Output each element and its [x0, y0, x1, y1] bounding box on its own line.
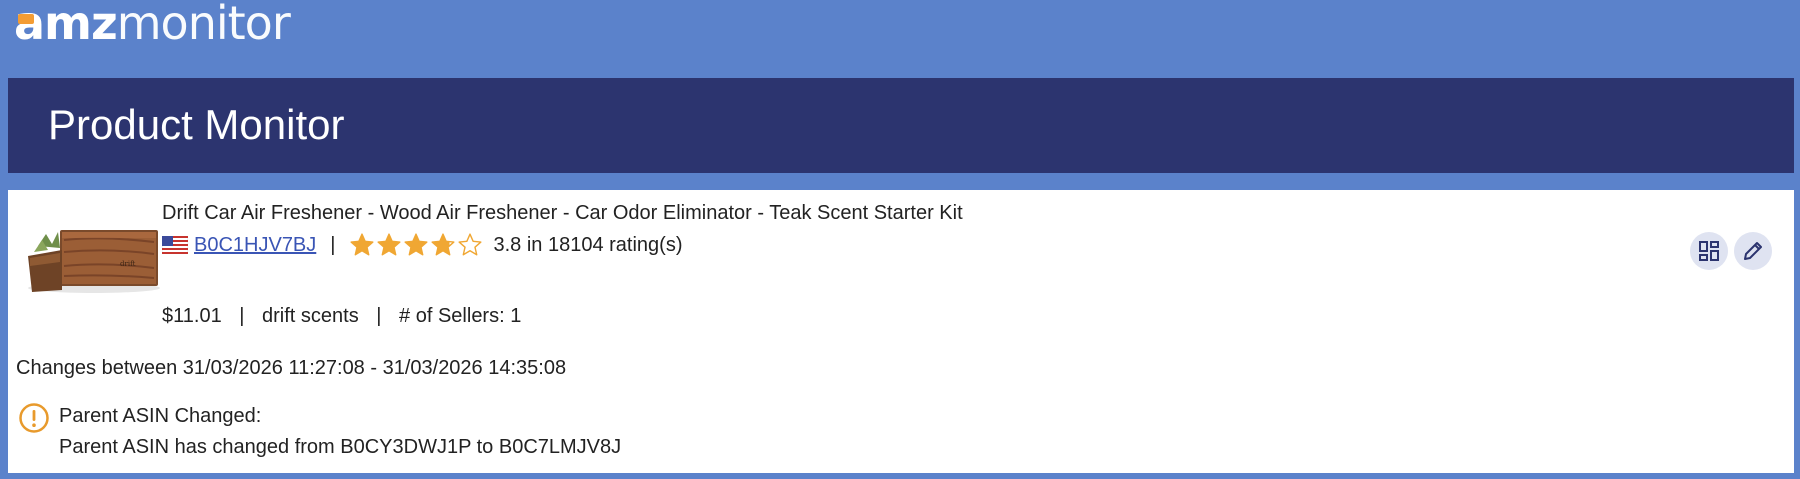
us-flag-icon [162, 236, 188, 254]
separator: | [376, 305, 382, 327]
star-icon [431, 233, 456, 256]
dashboard-icon [1699, 241, 1719, 261]
separator: | [239, 305, 245, 327]
product-details: $11.01 | drift scents | # of Sellers: 1 [162, 305, 521, 328]
star-icon [377, 233, 402, 256]
svg-text:drift: drift [120, 260, 136, 268]
product-meta: B0C1HJV7BJ | 3.8 in 18104 rating(s) [162, 231, 683, 259]
seller-count: # of Sellers: 1 [399, 305, 522, 327]
asin-link[interactable]: B0C1HJV7BJ [194, 234, 316, 257]
logo-bold-text: amz [14, 0, 118, 50]
rating-text: 3.8 in 18104 rating(s) [493, 233, 683, 256]
page-header: Product Monitor [8, 78, 1794, 173]
star-icon [458, 233, 483, 256]
rating-stars [349, 232, 483, 258]
star-icon [350, 233, 375, 256]
product-brand: drift scents [262, 305, 359, 327]
star-icon [404, 233, 429, 256]
logo-thin-text: monitor [116, 0, 291, 50]
separator: | [330, 233, 336, 256]
warning-circle-icon [19, 403, 49, 433]
amzmonitor-logo[interactable]: amz monitor [14, 0, 291, 50]
alert-title: Parent ASIN Changed: [59, 405, 262, 427]
product-title[interactable]: Drift Car Air Freshener - Wood Air Fresh… [162, 202, 963, 225]
product-card: drift Drift Car Air Freshener - Wood Air… [8, 190, 1794, 473]
page-title: Product Monitor [48, 101, 345, 148]
product-thumbnail[interactable]: drift [24, 216, 162, 294]
edit-button[interactable] [1734, 232, 1772, 270]
alert-body: Parent ASIN has changed from B0CY3DWJ1P … [59, 436, 622, 458]
logo-accent-mark [18, 14, 34, 24]
changes-range: Changes between 31/03/2026 11:27:08 - 31… [16, 357, 567, 379]
product-price: $11.01 [162, 305, 222, 327]
dashboard-button[interactable] [1690, 232, 1728, 270]
pencil-icon [1744, 242, 1762, 260]
